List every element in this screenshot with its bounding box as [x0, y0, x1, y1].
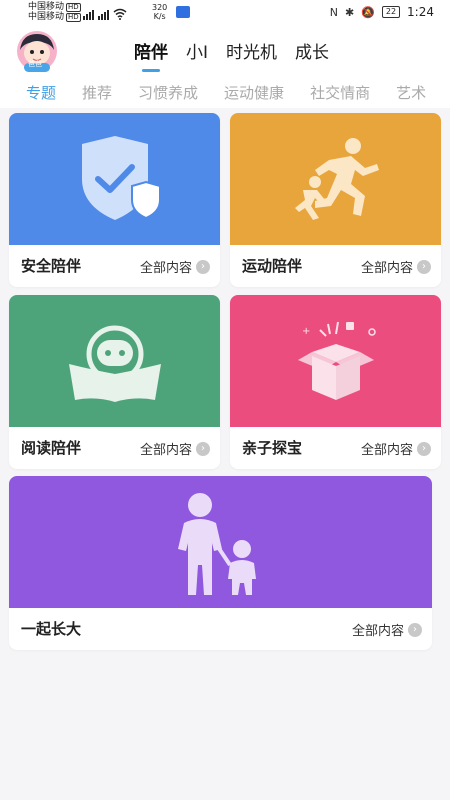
carrier-info: 中国移动 HD 中国移动 HD — [28, 2, 81, 22]
hd-badge: HD — [66, 3, 81, 12]
subtab-tuijian[interactable]: 推荐 — [82, 82, 112, 103]
view-all-label: 全部内容 — [351, 624, 404, 639]
tab-chengzhang[interactable]: 成长 — [295, 38, 329, 63]
view-all-link[interactable]: 全部内容 › — [361, 439, 431, 458]
gift-box-icon: + — [297, 321, 376, 400]
robot-reading-icon — [68, 325, 161, 402]
view-all-link[interactable]: 全部内容 › — [140, 257, 210, 276]
view-all-label: 全部内容 — [139, 443, 192, 458]
card-banner — [9, 295, 220, 427]
status-bar: 中国移动 HD 中国移动 HD 320 K/s N ✱ 🔕 22 1:24 — [0, 0, 450, 26]
tab-shiguangji[interactable]: 时光机 — [226, 38, 277, 63]
nfc-icon: N — [329, 5, 338, 19]
subtab-shejiao[interactable]: 社交情商 — [310, 82, 370, 103]
speed-value: 320 — [152, 3, 168, 12]
view-all-label: 全部内容 — [360, 443, 413, 458]
running-people-icon — [294, 138, 379, 220]
card-banner — [9, 113, 220, 245]
app-notification-icon — [176, 6, 190, 18]
view-all-link[interactable]: 全部内容 › — [140, 439, 210, 458]
shield-check-icon — [81, 136, 161, 220]
wifi-icon — [113, 8, 127, 20]
subtab-zhuanti[interactable]: 专题 — [26, 82, 56, 103]
tab-peiban[interactable]: 陪伴 — [134, 38, 168, 72]
card-footer: 一起长大 全部内容 › — [9, 608, 432, 650]
signal-icons — [83, 4, 127, 20]
header: 爸爸 陪伴 小I 时光机 成长 — [0, 26, 450, 78]
view-all-link[interactable]: 全部内容 › — [361, 257, 431, 276]
chevron-right-icon: › — [196, 259, 210, 274]
card-reading[interactable]: 阅读陪伴 全部内容 › — [9, 295, 220, 469]
chevron-right-icon: › — [408, 622, 422, 637]
subtab-yishu[interactable]: 艺术 — [396, 82, 426, 103]
card-safety[interactable]: 安全陪伴 全部内容 › — [9, 113, 220, 287]
signal-icon — [83, 10, 94, 20]
carrier-1: 中国移动 — [28, 2, 65, 12]
tab-xiaoi[interactable]: 小I — [186, 38, 208, 63]
avatar-label: 爸爸 — [28, 60, 42, 68]
chevron-right-icon: › — [417, 441, 431, 456]
card-title: 亲子探宝 — [242, 439, 303, 457]
top-tabs: 陪伴 小I 时光机 成长 — [134, 38, 329, 72]
hd-badge: HD — [66, 13, 81, 22]
card-treasure[interactable]: + 亲子探宝 全部内容 › — [230, 295, 441, 469]
card-title: 阅读陪伴 — [21, 439, 82, 457]
speed-unit: K/s — [153, 12, 166, 21]
signal-icon — [98, 10, 109, 20]
subtab-yundong[interactable]: 运动健康 — [224, 82, 284, 103]
card-title: 安全陪伴 — [21, 257, 82, 275]
chevron-right-icon: › — [196, 441, 210, 456]
bluetooth-icon: ✱ — [344, 5, 355, 19]
card-banner — [9, 476, 432, 608]
card-footer: 运动陪伴 全部内容 › — [230, 245, 441, 287]
card-banner: + — [230, 295, 441, 427]
card-footer: 安全陪伴 全部内容 › — [9, 245, 220, 287]
view-all-label: 全部内容 — [139, 261, 192, 276]
mute-icon: 🔕 — [361, 5, 375, 19]
card-footer: 亲子探宝 全部内容 › — [230, 427, 441, 469]
parent-child-icon — [177, 493, 256, 595]
subtab-xiguan[interactable]: 习惯养成 — [138, 82, 198, 103]
avatar[interactable]: 爸爸 — [12, 30, 62, 72]
card-title: 一起长大 — [21, 620, 82, 638]
card-title: 运动陪伴 — [242, 257, 303, 275]
sub-tabs: 专题 推荐 习惯养成 运动健康 社交情商 艺术 — [0, 78, 450, 108]
status-right: N ✱ 🔕 22 1:24 — [330, 5, 434, 19]
carrier-2: 中国移动 — [28, 12, 65, 22]
card-growing[interactable]: 一起长大 全部内容 › — [9, 476, 432, 650]
net-speed: 320 K/s — [152, 3, 167, 21]
clock: 1:24 — [407, 5, 434, 19]
card-footer: 阅读陪伴 全部内容 › — [9, 427, 220, 469]
battery-icon: 22 — [381, 6, 401, 18]
view-all-link[interactable]: 全部内容 › — [352, 620, 422, 639]
svg-text:+: + — [302, 326, 310, 337]
card-sport[interactable]: 运动陪伴 全部内容 › — [230, 113, 441, 287]
card-banner — [230, 113, 441, 245]
chevron-right-icon: › — [417, 259, 431, 274]
view-all-label: 全部内容 — [360, 261, 413, 276]
